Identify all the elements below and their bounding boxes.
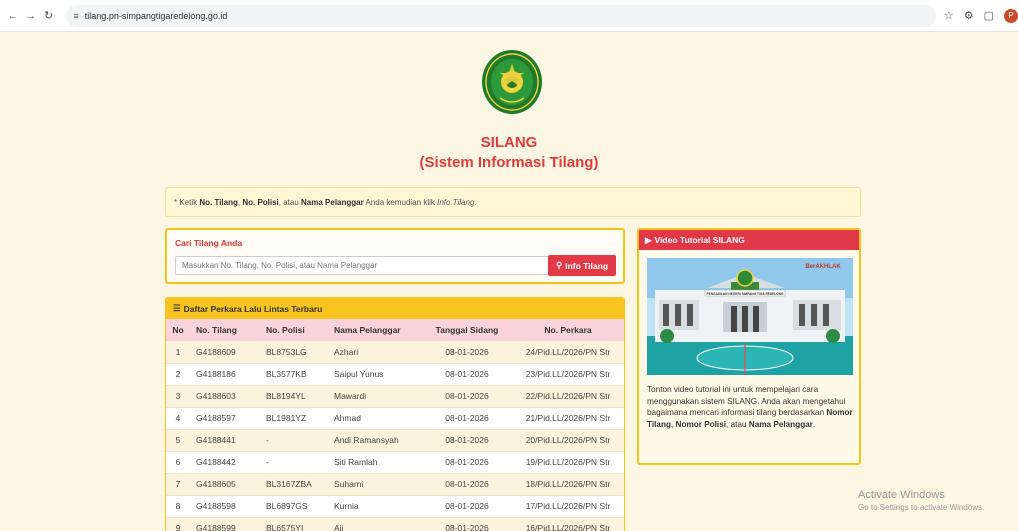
table-row[interactable]: 5 G4188441 - Andi Ramansyah 08-01-2026 2… <box>166 429 624 452</box>
profile-avatar[interactable]: P <box>1004 8 1018 23</box>
back-icon[interactable]: ← <box>4 7 22 25</box>
table-row[interactable]: 7 G4188605 BL3167ZBA Suharni 08-01-2026 … <box>166 473 624 496</box>
table-row[interactable]: 6 G4188442 - Siti Ramlah 08-01-2026 19/P… <box>166 451 624 474</box>
instruction-notice: * Ketik No. Tilang, No. Polisi, atau Nam… <box>165 187 861 217</box>
col-tanggal-sidang: Tanggal Sidang <box>422 319 512 341</box>
info-tilang-label: Info Tilang <box>565 260 609 271</box>
play-circle-icon: ▶ <box>645 234 652 245</box>
table-row[interactable]: 2 G4188186 BL3577KB Saipul Yunus 08-01-2… <box>166 363 624 386</box>
table-row[interactable]: 8 G4188598 BL6897GS Kurnia 08-01-2026 17… <box>166 495 624 518</box>
table-row[interactable]: 9 G4188599 BL6575YI Aji 08-01-2026 16/Pi… <box>166 517 624 531</box>
berakhlak-badge: BerAKHLAK <box>805 264 841 270</box>
col-no: No <box>166 319 190 341</box>
video-description: Tonton video tutorial ini untuk mempelaj… <box>647 385 853 429</box>
case-list-header: ☰ Daftar Perkara Lalu Lintas Terbaru <box>166 298 624 319</box>
table-header-row: No No. Tilang No. Polisi Nama Pelanggar … <box>166 319 624 341</box>
video-title: Video Tutorial SILANG <box>654 235 745 245</box>
info-tilang-button[interactable]: ⚲ Info Tilang <box>548 255 616 276</box>
case-list-card: ☰ Daftar Perkara Lalu Lintas Terbaru No … <box>165 297 625 531</box>
extension-icon[interactable]: ⚙ <box>964 9 974 22</box>
court-logo <box>482 50 542 114</box>
forward-icon[interactable]: → <box>22 7 40 25</box>
video-thumbnail[interactable]: PENGADILAN NEGERI SIMPANG TIGA REDELONG … <box>647 258 853 375</box>
page-subtitle: (Sistem Informasi Tilang) <box>419 154 599 171</box>
address-bar[interactable]: ≡ tilang.pn-simpangtigaredelong.go.id <box>65 4 936 27</box>
page-title: SILANG <box>480 134 538 151</box>
browser-toolbar: ← → ↻ ≡ tilang.pn-simpangtigaredelong.go… <box>0 0 1018 32</box>
extensions-puzzle-icon[interactable]: ▢ <box>984 9 994 22</box>
col-no-perkara: No. Perkara <box>512 319 624 341</box>
url-text: tilang.pn-simpangtigaredelong.go.id <box>84 10 228 21</box>
col-nama-pelanggar: Nama Pelanggar <box>328 319 422 341</box>
search-title: Cari Tilang Anda <box>175 238 243 248</box>
search-input[interactable] <box>175 256 553 275</box>
activate-windows-watermark: Activate Windows Go to Settings to activ… <box>858 489 985 512</box>
table-row[interactable]: 4 G4188597 BL1981YZ Ahmad 08-01-2026 21/… <box>166 407 624 430</box>
search-icon: ⚲ <box>555 260 563 270</box>
col-no-tilang: No. Tilang <box>190 319 260 341</box>
video-header: ▶ Video Tutorial SILANG <box>639 230 859 250</box>
search-card: Cari Tilang Anda ⚲ Info Tilang <box>165 228 625 284</box>
table-row[interactable]: 1 G4188609 BL8753LG Azhari 08-01-2026 24… <box>166 341 624 364</box>
case-list-title: Daftar Perkara Lalu Lintas Terbaru <box>183 303 323 314</box>
bookmark-star-icon[interactable]: ☆ <box>944 9 954 22</box>
site-info-icon[interactable]: ≡ <box>74 11 79 21</box>
col-no-polisi: No. Polisi <box>260 319 328 341</box>
thumbnail-sign-text: PENGADILAN NEGERI SIMPANG TIGA REDELONG <box>706 292 784 296</box>
video-tutorial-card: ▶ Video Tutorial SILANG PENGADILAN NEGER… <box>637 228 861 465</box>
list-icon: ☰ <box>173 303 181 313</box>
reload-icon[interactable]: ↻ <box>40 7 58 25</box>
table-row[interactable]: 3 G4188603 BL8194YL Mawardi 08-01-2026 2… <box>166 385 624 408</box>
case-table: No No. Tilang No. Polisi Nama Pelanggar … <box>166 319 624 531</box>
